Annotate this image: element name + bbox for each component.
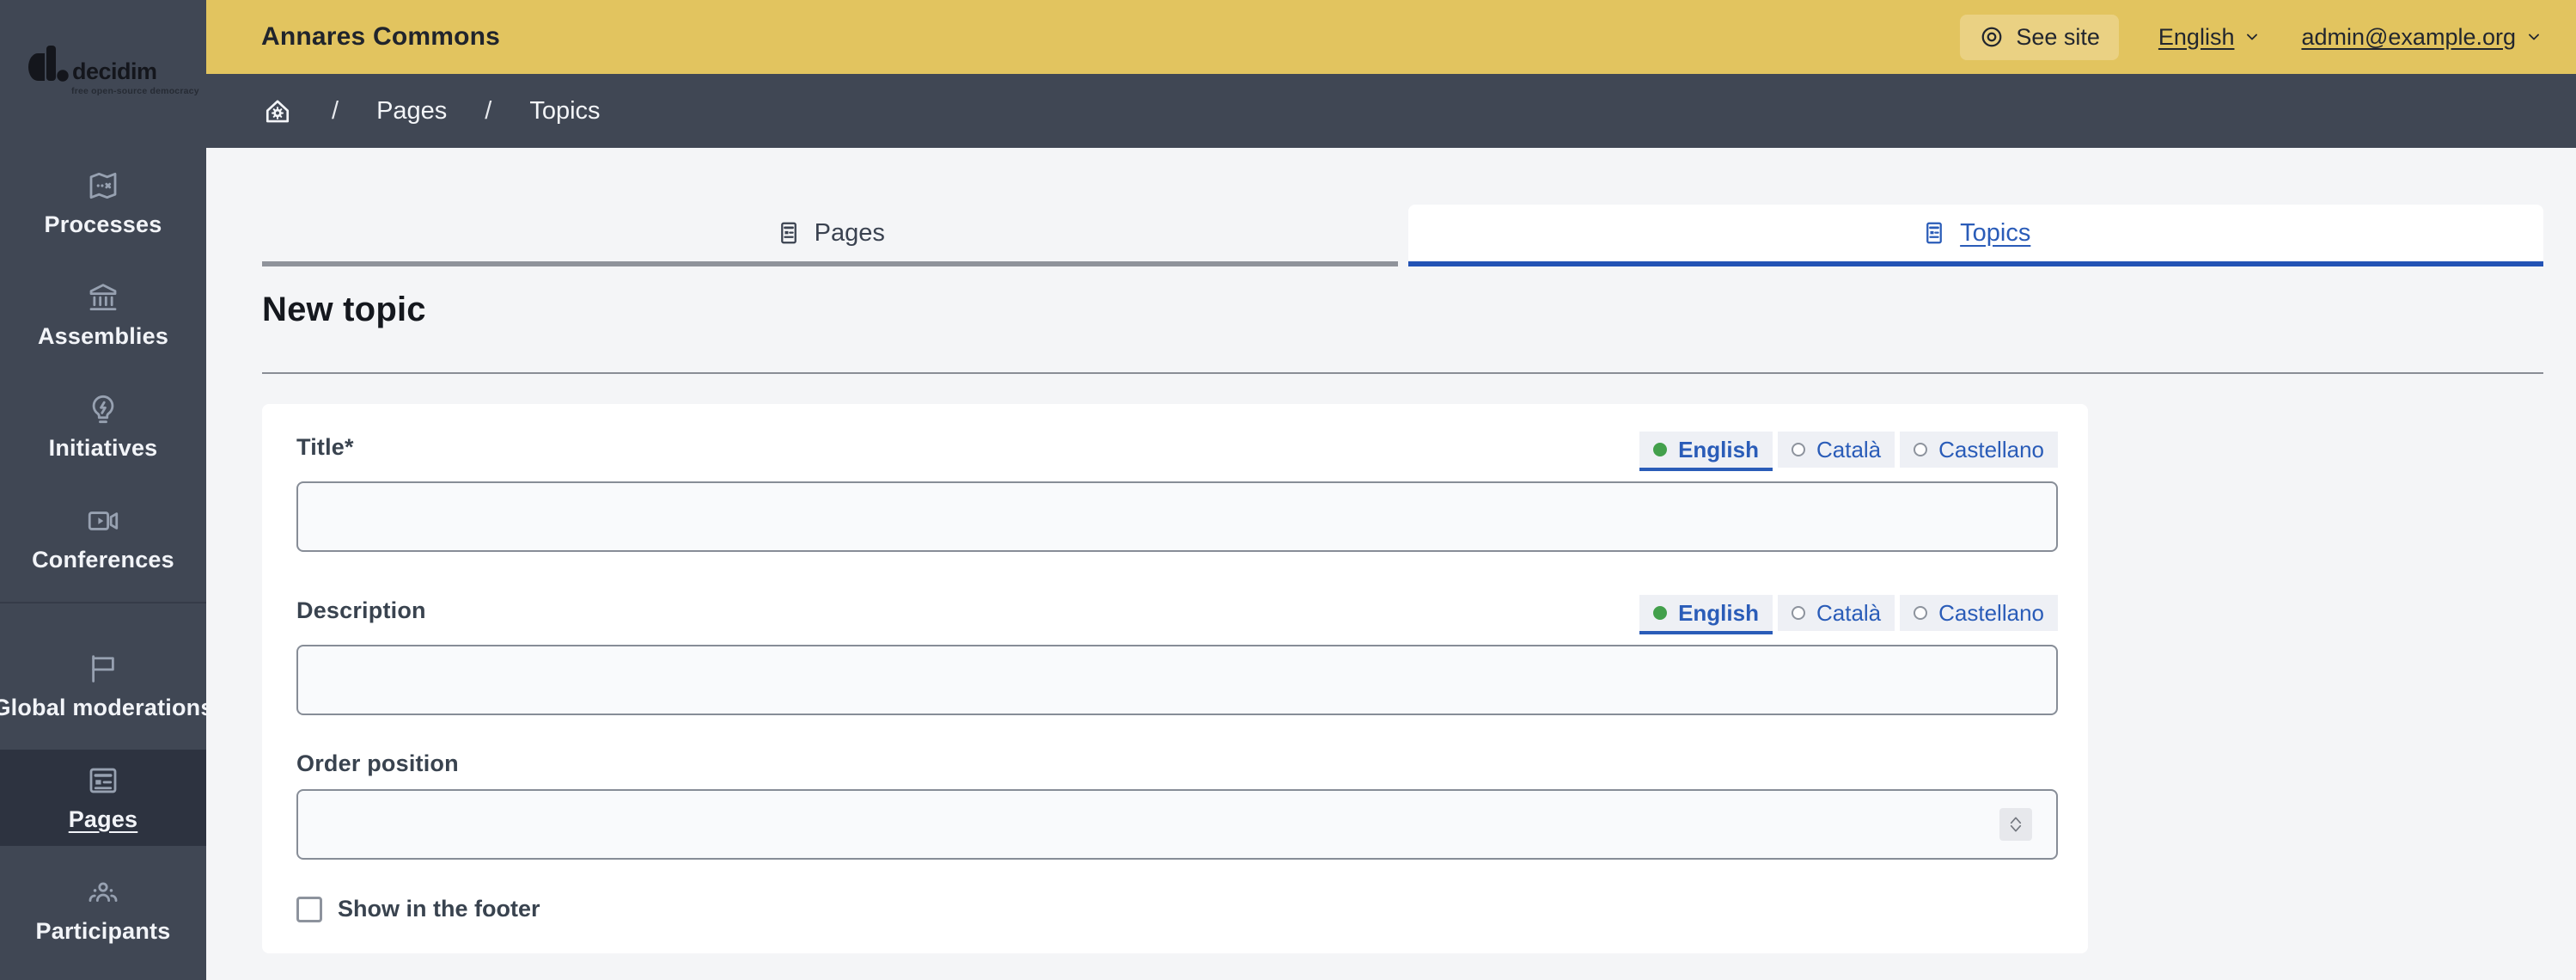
decidim-admin-app: decidim free open-source democracy Proce… <box>0 0 2576 980</box>
page-icon <box>780 222 797 244</box>
decidim-tagline: free open-source democracy <box>71 86 199 96</box>
lang-tab-castellano[interactable]: Castellano <box>1900 595 2058 631</box>
title-input[interactable] <box>296 481 2058 552</box>
new-topic-form: Title* English Català Castellano Descrip… <box>262 404 2088 953</box>
lang-tab-catala[interactable]: Català <box>1777 595 1895 631</box>
radio-selected-icon <box>1653 606 1668 620</box>
page-icon <box>1926 222 1943 244</box>
lightbulb-flash-icon <box>92 395 114 424</box>
lang-tab-catala[interactable]: Català <box>1777 432 1895 468</box>
sidebar-item-participants[interactable]: Participants <box>0 861 206 958</box>
chevron-down-icon <box>2247 34 2258 40</box>
tab-pages[interactable]: Pages <box>262 205 1398 266</box>
tabs: Pages Topics <box>262 205 2543 266</box>
sidebar-item-global-moderations[interactable]: Global moderations <box>0 638 213 734</box>
language-selector-title: English Català Castellano <box>1639 432 2058 468</box>
sidebar-item-processes[interactable]: Processes <box>0 155 206 251</box>
sidebar: decidim free open-source democracy Proce… <box>0 0 213 980</box>
topbar: Annares Commons See site English admin@e… <box>206 0 2576 74</box>
language-menu[interactable]: English <box>2158 24 2262 51</box>
site-title: Annares Commons <box>261 22 501 51</box>
show-in-footer-checkbox[interactable] <box>296 896 322 922</box>
number-stepper[interactable] <box>1999 808 2032 841</box>
title-label: Title* <box>296 434 354 460</box>
newspaper-icon <box>89 768 117 793</box>
order-position-label: Order position <box>296 750 459 776</box>
chevron-down-icon <box>2010 824 2022 832</box>
see-site-button[interactable]: See site <box>1960 14 2119 60</box>
show-in-footer-label[interactable]: Show in the footer <box>338 896 540 922</box>
breadcrumb-pages[interactable]: Pages <box>376 97 447 126</box>
sidebar-divider <box>0 602 206 603</box>
show-in-footer-row: Show in the footer <box>296 896 2058 922</box>
account-menu[interactable]: admin@example.org <box>2301 24 2543 51</box>
breadcrumb: / Pages / Topics <box>206 74 2576 148</box>
decidim-logo[interactable]: decidim free open-source democracy <box>0 0 206 148</box>
description-input[interactable] <box>296 645 2058 715</box>
title-field: Title* English Català Castellano <box>296 420 2058 552</box>
lang-tab-english[interactable]: English <box>1639 595 1773 631</box>
home-gear-icon <box>266 100 290 123</box>
home-link[interactable] <box>261 95 294 127</box>
breadcrumb-topics[interactable]: Topics <box>529 97 600 126</box>
radio-unselected-icon <box>1914 443 1928 456</box>
sidebar-item-conferences[interactable]: Conferences <box>0 490 206 586</box>
heading-divider <box>262 372 2543 374</box>
radio-unselected-icon <box>1791 606 1805 620</box>
order-position-input[interactable] <box>296 789 2058 860</box>
video-camera-icon <box>88 511 119 530</box>
main-area: Annares Commons See site English admin@e… <box>206 0 2576 980</box>
group-icon <box>89 882 118 903</box>
description-label: Description <box>296 597 426 623</box>
language-selector-description: English Català Castellano <box>1639 595 2058 631</box>
breadcrumb-separator: / <box>332 96 339 125</box>
sidebar-item-pages[interactable]: Pages <box>0 750 206 846</box>
description-field: Description English Català Castellano <box>296 583 2058 715</box>
tab-topics[interactable]: Topics <box>1407 205 2543 266</box>
lang-tab-castellano[interactable]: Castellano <box>1900 432 2058 468</box>
lang-tab-english[interactable]: English <box>1639 432 1773 468</box>
decidim-logo-icon <box>28 46 69 82</box>
breadcrumb-separator: / <box>485 96 492 125</box>
sidebar-menu: Processes Assemblies Initiatives Confere… <box>0 148 213 973</box>
sidebar-item-initiatives[interactable]: Initiatives <box>0 378 206 475</box>
target-icon <box>1981 27 2002 47</box>
radio-unselected-icon <box>1914 606 1928 620</box>
decidim-brand-text: decidim <box>72 58 157 85</box>
topbar-actions: See site English admin@example.org <box>1960 14 2543 60</box>
radio-selected-icon <box>1653 443 1668 456</box>
page-title: New topic <box>262 291 426 328</box>
bank-icon <box>89 284 117 311</box>
order-position-field: Order position <box>296 746 2058 860</box>
radio-unselected-icon <box>1791 443 1805 456</box>
sidebar-item-assemblies[interactable]: Assemblies <box>0 266 206 363</box>
content-area: Pages Topics New topic Title* English Ca… <box>206 148 2576 980</box>
chevron-down-icon <box>2529 34 2539 40</box>
chevron-up-icon <box>2010 817 2022 824</box>
map-icon <box>89 172 117 199</box>
flag-icon <box>92 655 114 683</box>
